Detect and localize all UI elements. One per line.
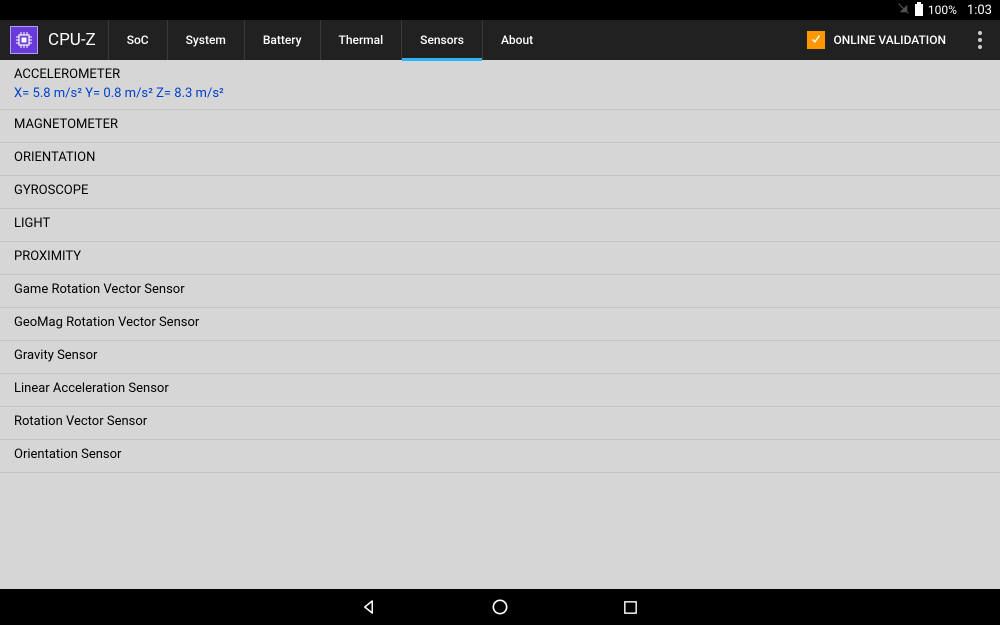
sensor-row[interactable]: Linear Acceleration Sensor [0,374,1000,407]
sensor-row[interactable]: LIGHT [0,209,1000,242]
navigation-bar [0,589,1000,625]
sensor-values: X= 5.8 m/s² Y= 0.8 m/s² Z= 8.3 m/s² [14,86,986,101]
sensor-row[interactable]: Rotation Vector Sensor [0,407,1000,440]
sensor-name: Game Rotation Vector Sensor [14,282,986,299]
validation-icon [807,31,825,49]
tab-battery[interactable]: Battery [244,20,320,60]
sensor-name: ACCELEROMETER [14,67,986,84]
sensor-row[interactable]: MAGNETOMETER [0,110,1000,143]
no-sim-icon [897,2,910,19]
validation-label: ONLINE VALIDATION [833,33,946,47]
online-validation-button[interactable]: ONLINE VALIDATION [793,20,960,60]
tab-bar: SoC System Battery Thermal Sensors About [108,20,551,60]
tab-about[interactable]: About [482,20,551,60]
app-title: CPU-Z [48,30,96,50]
sensor-row[interactable]: ORIENTATION [0,143,1000,176]
sensor-name: PROXIMITY [14,249,986,266]
sensor-row[interactable]: GYROSCOPE [0,176,1000,209]
sensor-row[interactable]: Orientation Sensor [0,440,1000,473]
tab-soc[interactable]: SoC [108,20,167,60]
sensor-row[interactable]: PROXIMITY [0,242,1000,275]
tab-sensors[interactable]: Sensors [401,20,482,60]
sensor-name: Gravity Sensor [14,348,986,365]
sensor-row[interactable]: ACCELEROMETER X= 5.8 m/s² Y= 0.8 m/s² Z= … [0,60,1000,110]
more-vert-icon [978,31,982,49]
sensor-row[interactable]: Gravity Sensor [0,341,1000,374]
tab-thermal[interactable]: Thermal [320,20,402,60]
overflow-menu-button[interactable] [960,20,1000,60]
nav-recents-button[interactable] [620,597,640,617]
sensor-name: GYROSCOPE [14,183,986,200]
clock: 1:03 [967,3,992,18]
tab-system[interactable]: System [167,20,244,60]
nav-home-button[interactable] [490,597,510,617]
sensor-name: MAGNETOMETER [14,117,986,134]
app-bar: CPU-Z SoC System Battery Thermal Sensors… [0,20,1000,60]
sensor-name: ORIENTATION [14,150,986,167]
sensor-row[interactable]: GeoMag Rotation Vector Sensor [0,308,1000,341]
sensor-row[interactable]: Game Rotation Vector Sensor [0,275,1000,308]
status-bar: 100% 1:03 [0,0,1000,20]
sensor-name: Linear Acceleration Sensor [14,381,986,398]
sensor-list: ACCELEROMETER X= 5.8 m/s² Y= 0.8 m/s² Z= … [0,60,1000,608]
sensor-name: Rotation Vector Sensor [14,414,986,431]
battery-percent: 100% [928,3,957,17]
app-logo-icon [10,26,38,54]
battery-icon [914,2,924,19]
nav-back-button[interactable] [360,597,380,617]
sensor-name: GeoMag Rotation Vector Sensor [14,315,986,332]
sensor-name: LIGHT [14,216,986,233]
sensor-name: Orientation Sensor [14,447,986,464]
